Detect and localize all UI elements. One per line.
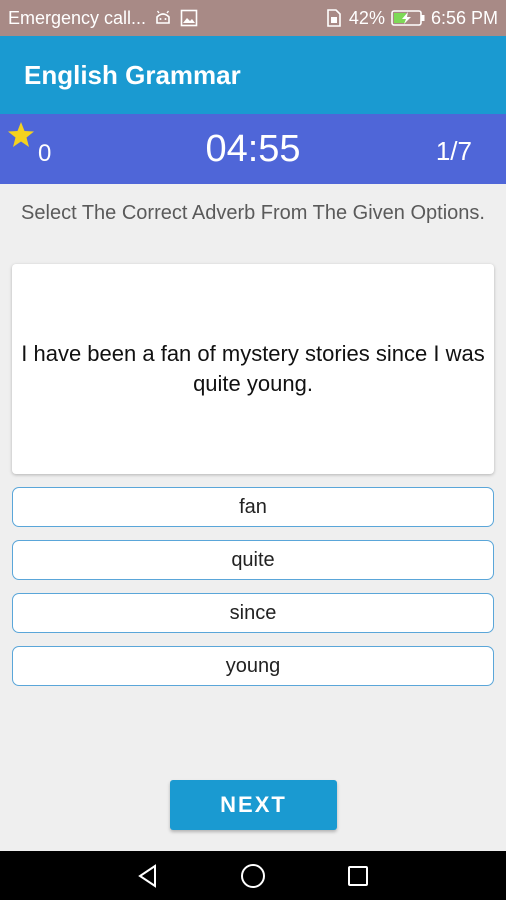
navigation-bar: [0, 851, 506, 900]
app-title: English Grammar: [24, 59, 241, 90]
next-button[interactable]: NEXT: [170, 780, 337, 830]
image-icon: [180, 9, 198, 27]
status-time: 6:56 PM: [430, 7, 498, 28]
recents-icon[interactable]: [343, 861, 373, 891]
score-bar: 0 04:55 1/7: [0, 114, 506, 184]
status-left: Emergency call...: [8, 8, 198, 29]
question-progress: 1/7: [435, 136, 472, 166]
home-icon[interactable]: [238, 861, 268, 891]
back-icon[interactable]: [133, 861, 163, 891]
question-text: I have been a fan of mystery stories sin…: [21, 341, 485, 396]
status-right: 42% 6:56 PM: [325, 8, 498, 29]
option-button-since[interactable]: since: [12, 593, 494, 633]
instruction-text: Select The Correct Adverb From The Given…: [21, 202, 485, 224]
timer: 04:55: [205, 128, 301, 170]
status-bar: Emergency call... 42% 6:56 PM: [0, 0, 506, 36]
battery-charging-icon: [391, 10, 425, 26]
option-button-fan[interactable]: fan: [12, 487, 494, 527]
question-card: I have been a fan of mystery stories sin…: [12, 264, 494, 474]
android-icon: [154, 9, 172, 27]
status-carrier-text: Emergency call...: [8, 7, 147, 28]
battery-percent: 42%: [348, 7, 385, 28]
sim-icon: [325, 9, 343, 27]
app-bar: English Grammar: [0, 36, 506, 114]
option-button-quite[interactable]: quite: [12, 540, 494, 580]
option-button-young[interactable]: young: [12, 646, 494, 686]
